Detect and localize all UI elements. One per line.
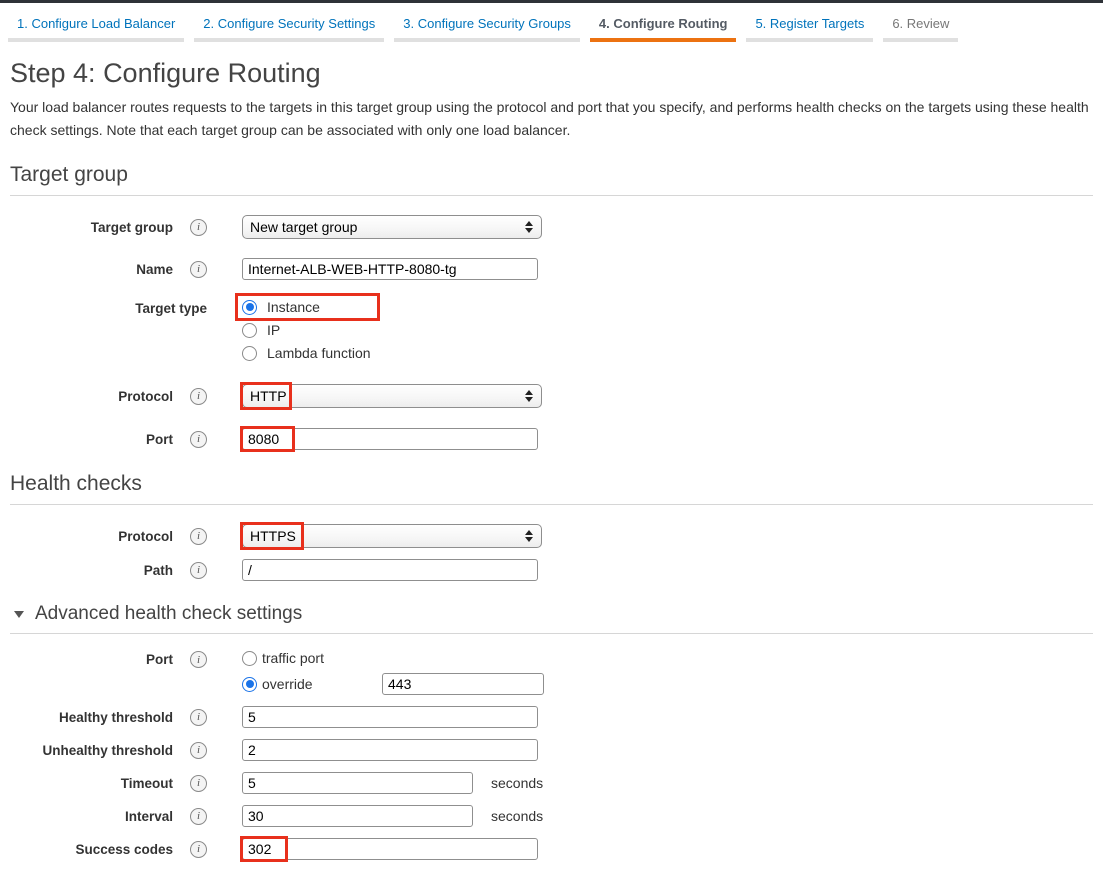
success-codes-row: Success codes i <box>10 838 1093 860</box>
unhealthy-threshold-input[interactable] <box>242 739 538 761</box>
unhealthy-threshold-label: Unhealthy threshold <box>42 743 173 758</box>
name-row: Name i <box>10 258 1093 280</box>
health-protocol-label: Protocol <box>118 529 173 544</box>
info-icon[interactable]: i <box>190 709 207 726</box>
healthy-threshold-label: Healthy threshold <box>59 710 173 725</box>
target-type-option-label: Instance <box>267 299 320 315</box>
info-icon[interactable]: i <box>190 651 207 668</box>
target-type-radio-instance[interactable]: Instance <box>242 299 320 315</box>
tab-register-targets[interactable]: 5. Register Targets <box>746 16 873 42</box>
interval-unit: seconds <box>491 808 543 824</box>
path-input[interactable] <box>242 559 538 581</box>
tab-configure-security-groups[interactable]: 3. Configure Security Groups <box>394 16 580 42</box>
health-protocol-select-value: HTTPS <box>250 528 525 544</box>
radio-selected-icon <box>242 300 257 315</box>
protocol-label: Protocol <box>118 389 173 404</box>
info-icon[interactable]: i <box>190 562 207 579</box>
info-icon[interactable]: i <box>190 388 207 405</box>
timeout-input[interactable] <box>242 772 473 794</box>
page-title: Step 4: Configure Routing <box>10 58 1093 89</box>
unhealthy-threshold-row: Unhealthy threshold i <box>10 739 1093 761</box>
interval-label: Interval <box>125 809 173 824</box>
health-protocol-row: Protocol i HTTPS <box>10 524 1093 548</box>
page-description: Your load balancer routes requests to th… <box>10 96 1090 141</box>
health-port-row: Port i traffic port override <box>10 650 1093 695</box>
radio-unselected-icon <box>242 651 257 666</box>
health-port-label: Port <box>146 652 173 667</box>
name-label: Name <box>136 262 173 277</box>
override-option-label: override <box>262 676 313 692</box>
radio-selected-icon <box>242 677 257 692</box>
tab-configure-security-settings[interactable]: 2. Configure Security Settings <box>194 16 384 42</box>
collapse-triangle-icon[interactable] <box>14 611 24 618</box>
override-port-input[interactable] <box>382 673 544 695</box>
info-icon[interactable]: i <box>190 841 207 858</box>
interval-row: Interval i seconds <box>10 805 1093 827</box>
target-group-select-value: New target group <box>250 219 525 235</box>
target-group-row: Target group i New target group <box>10 215 1093 239</box>
target-type-option-label: Lambda function <box>267 345 371 361</box>
success-codes-input[interactable] <box>242 838 538 860</box>
advanced-heading-text: Advanced health check settings <box>35 603 302 625</box>
info-icon[interactable]: i <box>190 742 207 759</box>
target-type-radio-lambda[interactable]: Lambda function <box>242 345 371 361</box>
health-port-radio-traffic-port[interactable]: traffic port <box>242 650 544 666</box>
info-icon[interactable]: i <box>190 261 207 278</box>
section-heading-target-group: Target group <box>10 163 1093 196</box>
healthy-threshold-input[interactable] <box>242 706 538 728</box>
name-input[interactable] <box>242 258 538 280</box>
info-icon[interactable]: i <box>190 528 207 545</box>
select-arrows-icon <box>525 390 533 402</box>
health-protocol-select[interactable]: HTTPS <box>242 524 542 548</box>
info-icon[interactable]: i <box>190 775 207 792</box>
instance-radio-annotated: Instance <box>242 299 371 315</box>
info-icon[interactable]: i <box>190 219 207 236</box>
traffic-port-option-label: traffic port <box>262 650 324 666</box>
port-label: Port <box>146 432 173 447</box>
protocol-select-value: HTTP <box>250 388 525 404</box>
info-icon[interactable]: i <box>190 808 207 825</box>
protocol-select[interactable]: HTTP <box>242 384 542 408</box>
path-label: Path <box>144 563 173 578</box>
success-codes-label: Success codes <box>75 842 173 857</box>
tab-configure-routing[interactable]: 4. Configure Routing <box>590 16 737 42</box>
wizard-steps-nav: 1. Configure Load Balancer 2. Configure … <box>0 3 1103 42</box>
target-type-row: Target type Instance IP Lambda functio <box>10 299 1093 361</box>
section-heading-health-checks: Health checks <box>10 472 1093 505</box>
interval-input[interactable] <box>242 805 473 827</box>
target-type-label: Target type <box>135 301 207 316</box>
radio-unselected-icon <box>242 323 257 338</box>
healthy-threshold-row: Healthy threshold i <box>10 706 1093 728</box>
info-icon[interactable]: i <box>190 431 207 448</box>
radio-unselected-icon <box>242 346 257 361</box>
wizard-content: Step 4: Configure Routing Your load bala… <box>0 58 1103 881</box>
port-input[interactable] <box>242 428 538 450</box>
section-heading-advanced: Advanced health check settings <box>10 603 1093 634</box>
target-type-option-label: IP <box>267 322 280 338</box>
health-port-radio-override[interactable]: override <box>242 676 382 692</box>
timeout-label: Timeout <box>121 776 173 791</box>
tab-review: 6. Review <box>883 16 958 42</box>
protocol-row: Protocol i HTTP <box>10 384 1093 408</box>
timeout-row: Timeout i seconds <box>10 772 1093 794</box>
target-group-label: Target group <box>91 220 173 235</box>
timeout-unit: seconds <box>491 775 543 791</box>
target-group-select[interactable]: New target group <box>242 215 542 239</box>
port-row: Port i <box>10 428 1093 450</box>
select-arrows-icon <box>525 221 533 233</box>
tab-configure-load-balancer[interactable]: 1. Configure Load Balancer <box>8 16 184 42</box>
path-row: Path i <box>10 559 1093 581</box>
target-type-radio-ip[interactable]: IP <box>242 322 371 338</box>
select-arrows-icon <box>525 530 533 542</box>
